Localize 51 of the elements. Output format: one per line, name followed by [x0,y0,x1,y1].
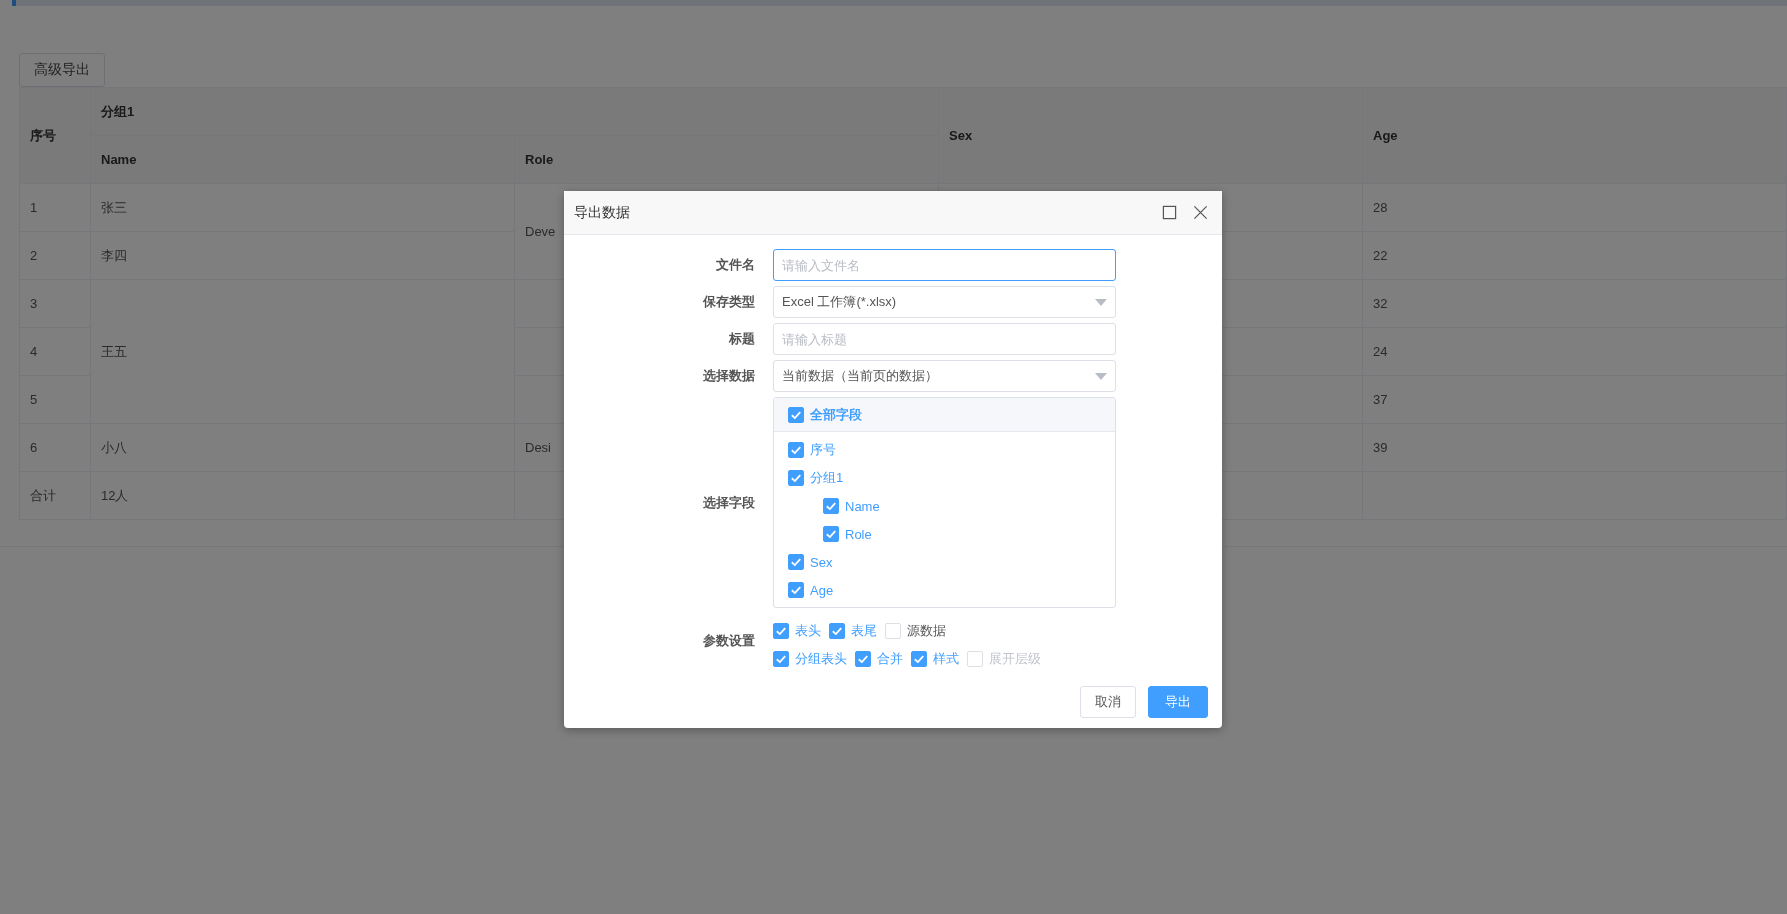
export-button[interactable]: 高级导出 [19,53,105,87]
table-cell: 3 [19,279,91,328]
table-cell: 37 [1362,375,1787,424]
table-cell: 28 [1362,183,1787,232]
select-field[interactable]: 当前数据（当前页的数据） [773,360,1116,392]
export-button[interactable]: 导出 [1148,686,1208,718]
option-checkbox[interactable]: 样式 [911,650,959,668]
table-cell: 4 [19,327,91,376]
table-cell: 5 [19,375,91,424]
table-cell: 6 [19,423,91,472]
table-cell: 张三 [90,183,515,232]
caret-icon [1095,372,1107,380]
field-checkbox[interactable]: Name [823,492,1115,520]
maximize-icon[interactable] [1162,205,1177,220]
option-checkbox[interactable]: 表头 [773,622,821,640]
field-label: 选择数据 [702,367,755,385]
table-cell: 12人 [90,471,515,520]
option-checkbox[interactable]: 表尾 [829,622,877,640]
field-checkbox[interactable]: Sex [788,548,1115,576]
select-field[interactable]: Excel 工作簿(*.xlsx) [773,286,1116,318]
field-label: 选择字段 [702,493,755,512]
field-label: 参数设置 [702,631,755,650]
field-label: 标题 [728,330,755,348]
table-cell: 2 [19,231,91,280]
table-cell: 小八 [90,423,515,472]
table-cell: 24 [1362,327,1787,376]
field-checkbox[interactable]: Age [788,576,1115,604]
column-header: Name [90,135,515,184]
cancel-button[interactable]: 取消 [1080,686,1136,718]
option-checkbox[interactable]: 源数据 [885,622,946,640]
column-header: Sex [938,87,1363,184]
dialog-title: 导出数据 [574,203,631,222]
table-cell: 32 [1362,279,1787,328]
table-cell: 王五 [90,279,515,424]
table-cell: 22 [1362,231,1787,280]
input-field[interactable]: 请输入文件名 [773,249,1116,281]
field-label: 保存类型 [701,293,755,311]
close-icon[interactable] [1193,205,1208,220]
option-checkbox[interactable]: 分组表头 [773,650,847,668]
table-cell: 合计 [19,471,91,520]
column-header: 序号 [19,87,91,184]
field-checkbox[interactable]: Role [823,520,1115,548]
table-cell: 1 [19,183,91,232]
column-group-header: 分组1 [90,87,939,136]
field-label: 文件名 [715,256,755,274]
column-header: Age [1362,87,1787,184]
select-all-checkbox[interactable]: 全部字段 [788,405,862,424]
option-checkbox[interactable]: 合并 [855,650,903,668]
caret-icon [1095,298,1107,306]
column-header: Role [514,135,939,184]
table-cell: 39 [1362,423,1787,472]
